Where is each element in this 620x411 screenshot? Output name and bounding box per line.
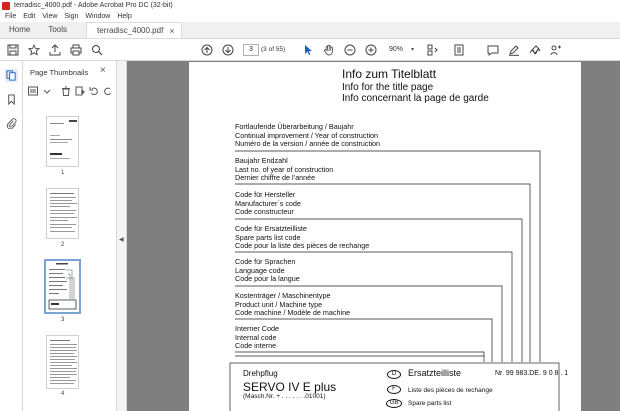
options-menu-icon[interactable] [27,85,38,97]
tab-document-label: terradisc_4000.pdf [97,26,164,35]
save-icon[interactable] [6,43,20,57]
bookmark-star-icon[interactable] [27,43,41,57]
acrobat-icon [2,1,10,10]
product-category: Drehpflug [243,369,278,378]
menu-edit[interactable]: Edit [23,13,35,20]
group-revision: Fortlaufende Überarbeitung / Baujahr Con… [235,122,381,149]
menu-file[interactable]: File [5,13,16,20]
thumbnail-page-4[interactable] [46,335,79,389]
rotate-right-icon[interactable] [102,85,113,97]
bookmarks-icon[interactable] [5,93,18,106]
menu-window[interactable]: Window [85,13,110,20]
zoom-in-icon[interactable] [364,43,378,57]
previous-page-icon[interactable] [200,43,214,57]
zoom-level-select[interactable]: 90% [385,44,415,56]
label-line: Code interne [235,341,277,351]
label-line: Dernier chiffre de l’année [235,173,316,183]
lang-badge-d: D [387,370,401,379]
serial-number: (Masch.Nr. + . . . . . . .01001) [243,393,326,400]
thumbnail-page-1[interactable] [46,116,79,167]
comment-icon[interactable] [486,43,500,57]
tab-document[interactable]: terradisc_4000.pdf × [86,22,182,38]
lang-badge-f: F [387,385,401,394]
print-icon[interactable] [69,43,83,57]
rotate-left-icon[interactable] [88,85,99,97]
group-language: Code für Sprachen Language code Code pou… [235,257,300,284]
window-title: terradisc_4000.pdf - Adobe Acrobat Pro D… [14,2,173,9]
thumbnails-panel: Page Thumbnails × 1 2 3 4 [23,61,137,411]
hand-tool-icon[interactable] [322,43,336,57]
close-panel-icon[interactable]: × [100,65,106,76]
group-year: Baujahr Endzahl Last no. of year of cons… [235,156,333,183]
menu-view[interactable]: View [42,13,57,20]
tab-home[interactable]: Home [0,21,39,38]
menu-help[interactable]: Help [117,13,131,20]
delete-page-icon[interactable] [60,85,71,97]
thumbnail-number: 4 [61,391,65,397]
parts-list-title-en: Spare parts list [408,400,452,407]
share-people-icon[interactable] [549,43,563,57]
fill-sign-icon[interactable] [528,43,542,57]
search-icon[interactable] [90,43,104,57]
parts-list-title-fr: Liste des pièces de rechange [408,387,493,394]
thumbnail-page-2[interactable] [46,188,79,239]
page-layout-icon[interactable] [426,43,440,57]
panel-title: Page Thumbnails [30,68,89,77]
menu-sign[interactable]: Sign [64,13,78,20]
lang-badge-gb: GB [386,399,402,408]
upload-icon[interactable] [48,43,62,57]
thumbnail-number: 2 [61,242,65,248]
navigation-rail [0,61,23,411]
group-manufacturer: Code für Hersteller Manufacturer´s code … [235,190,301,217]
parts-list-number: Nr. 99 983.DE. 9 0 8 . 1 [495,370,569,377]
chevron-down-icon[interactable] [41,85,52,97]
toolbar: 3 (3 of 55) 90% [0,39,620,61]
menu-bar: File Edit View Sign Window Help [0,11,620,22]
attachments-icon[interactable] [5,117,18,130]
select-cursor-icon[interactable] [301,43,315,57]
zoom-out-icon[interactable] [343,43,357,57]
label-line: Code constructeur [235,207,294,217]
label-line: Code pour la langue [235,274,300,284]
thumbnail-number: 1 [61,170,65,176]
label-line: Numéro de la version / année de construc… [235,139,381,149]
thumbnail-page-3[interactable] [44,259,81,314]
next-page-icon[interactable] [221,43,235,57]
pdf-page: Info zum Titelblatt Info for the title p… [189,62,581,411]
group-spare-parts: Code für Ersatzteilliste Spare parts lis… [235,224,370,251]
tab-tools[interactable]: Tools [39,21,76,38]
group-internal: Interner Code Internal code Code interne [235,324,279,351]
parts-list-title-de: Ersatzteilliste [408,368,462,378]
product-model: SERVO IV E plus [243,380,337,394]
page-thumbnails-icon[interactable] [5,69,18,82]
label-line: Code pour la liste des pièces de rechang… [235,241,370,251]
label-line: Code machine / Modèle de machine [235,308,351,318]
document-view[interactable]: Info zum Titelblatt Info for the title p… [127,61,620,411]
thumbnail-number: 3 [61,317,65,323]
thumbnail-toolbar [27,84,116,98]
tab-bar: Home Tools terradisc_4000.pdf × [0,22,620,39]
fit-page-icon[interactable] [452,43,466,57]
panel-collapse-handle[interactable]: ◀ [116,61,127,411]
highlight-pen-icon[interactable] [507,43,521,57]
page-number-input[interactable]: 3 [243,44,259,56]
collapse-arrow-icon[interactable]: ◀ [119,236,124,243]
title-bar: terradisc_4000.pdf - Adobe Acrobat Pro D… [0,0,620,11]
close-tab-icon[interactable]: × [169,26,174,36]
page-count: (3 of 55) [261,46,286,53]
insert-page-icon[interactable] [74,85,85,97]
group-machine-type: Kostenträger / Maschinentype Product uni… [235,291,351,318]
